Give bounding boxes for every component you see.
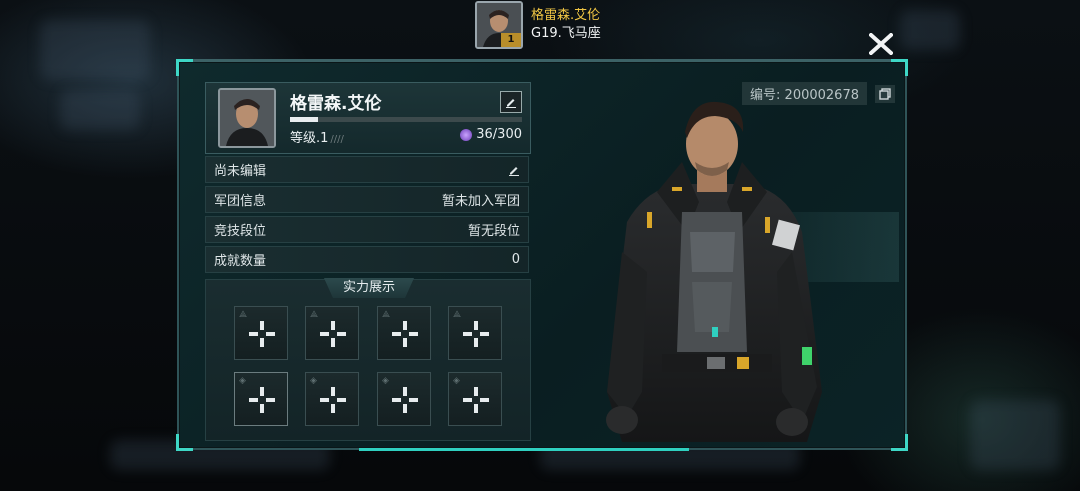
row-value: 0 [511,252,520,267]
corner-decoration [891,59,908,76]
player-level-text: 等级.1 [290,131,329,146]
header-player-name: 格雷森.艾伦 [531,8,601,23]
row-label: 尚未编辑 [214,164,267,179]
edit-icon[interactable] [508,164,520,176]
player-level: 等级.1//// [290,127,344,146]
character-portrait [606,101,822,442]
close-icon [868,32,894,56]
plus-icon [392,387,418,413]
edit-name-button[interactable] [500,91,522,113]
achievement-count-row: 成就数量 0 [205,246,529,273]
player-id: 编号: 200002678 [742,82,867,105]
level-stripes-icon: //// [330,134,344,145]
edit-icon [506,99,516,108]
slot-type-icon: ◈ [310,376,317,386]
avatar-level-badge: 1 [501,33,521,47]
panel-bottom-accent [359,448,689,451]
plus-icon [463,321,489,347]
profile-avatar[interactable] [218,88,276,148]
plus-icon [249,321,275,347]
header-avatar[interactable]: 1 [475,1,523,49]
row-label: 军团信息 [214,194,267,209]
slot-type-icon: ⟁ [239,310,248,320]
header-player-info: 1 格雷森.艾伦 G19.飞马座 [475,1,601,49]
panel-top-edge [187,59,897,62]
legion-info-row: 军团信息 暂未加入军团 [205,186,529,213]
plus-icon [249,387,275,413]
slot-type-icon: ⟁ [453,310,462,320]
plus-icon [463,387,489,413]
row-value: 暂无段位 [467,224,520,239]
slot-type-icon: ◈ [382,376,389,386]
showcase-slot[interactable]: ⟁ [377,306,431,360]
exp-progress-bar [290,117,522,122]
profile-panel: 编号: 200002678 格雷森.艾伦 等级.1//// 36/300 尚未编… [176,59,908,451]
copy-id-button[interactable] [875,84,895,103]
exp-gem-icon [460,128,473,141]
profile-name: 格雷森.艾伦 [290,94,382,114]
slot-type-icon: ⟁ [382,310,391,320]
info-list: 尚未编辑 军团信息 暂未加入军团 竞技段位 暂无段位 成就数量 0 [205,156,529,276]
showcase-slot[interactable]: ◈ [448,372,502,426]
player-id-box: 编号: 200002678 [742,82,895,105]
power-showcase: 实力展示 ⟁ ⟁ ⟁ ⟁ ◈ ◈ ◈ ◈ [205,278,531,441]
signature-row[interactable]: 尚未编辑 [205,156,529,183]
showcase-title: 实力展示 [324,278,414,298]
slot-type-icon: ◈ [239,376,246,386]
profile-card: 格雷森.艾伦 等级.1//// 36/300 [205,82,531,154]
showcase-slot[interactable]: ◈ [234,372,288,426]
plus-icon [392,321,418,347]
exp-progress-fill [290,117,318,122]
corner-decoration [176,434,193,451]
slot-type-icon: ⟁ [310,310,319,320]
showcase-slot[interactable]: ⟁ [305,306,359,360]
corner-decoration [176,59,193,76]
plus-icon [320,321,346,347]
row-value: 暂未加入军团 [441,194,520,209]
close-button[interactable] [866,30,896,58]
showcase-slot[interactable]: ◈ [305,372,359,426]
plus-icon [320,387,346,413]
exp-counter: 36/300 [460,127,522,142]
slot-type-icon: ◈ [453,376,460,386]
arena-rank-row: 竞技段位 暂无段位 [205,216,529,243]
showcase-slot[interactable]: ⟁ [448,306,502,360]
showcase-slot[interactable]: ⟁ [234,306,288,360]
row-label: 竞技段位 [214,224,267,239]
header-server-name: G19.飞马座 [531,26,601,41]
copy-icon [879,87,891,100]
showcase-slot[interactable]: ◈ [377,372,431,426]
exp-text: 36/300 [476,127,522,142]
row-label: 成就数量 [214,254,267,269]
corner-decoration [891,434,908,451]
